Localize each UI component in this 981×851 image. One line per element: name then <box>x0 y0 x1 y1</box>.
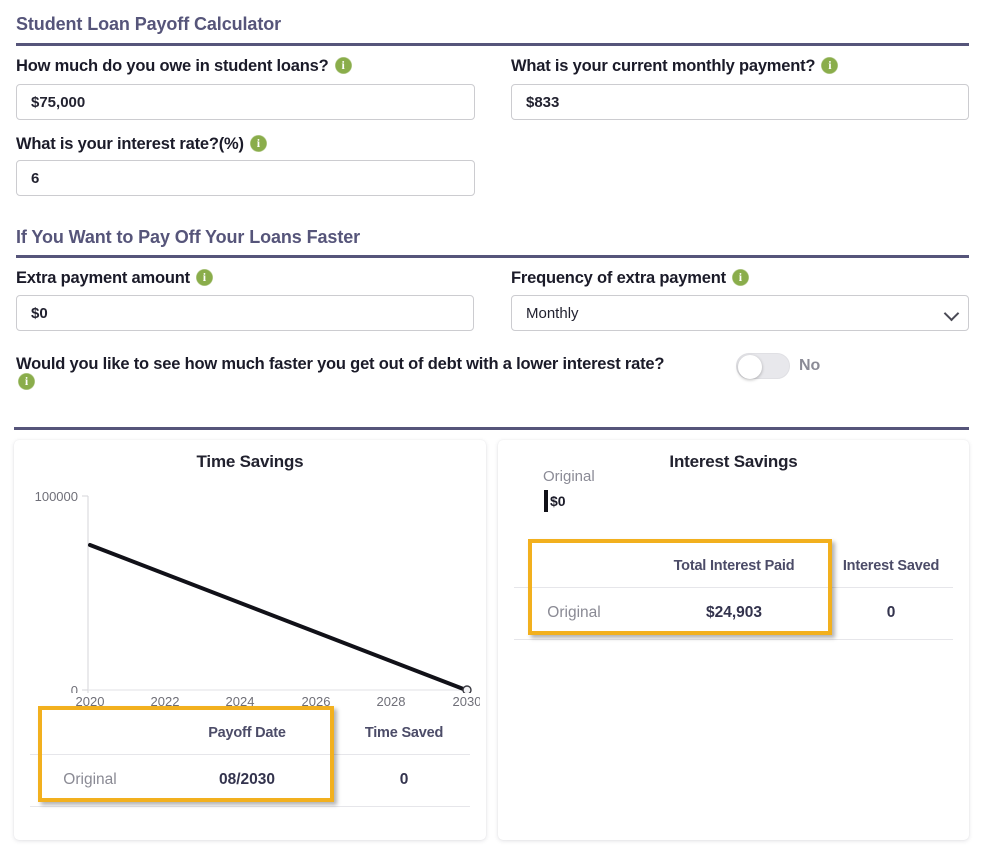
monthly-payment-label: What is your current monthly payment? <box>511 57 838 76</box>
interest-rate-input[interactable] <box>16 160 475 196</box>
info-icon[interactable] <box>250 135 267 152</box>
info-icon[interactable] <box>196 269 213 286</box>
col-header-total-interest-paid: Total Interest Paid <box>650 558 818 574</box>
frequency-label-text: Frequency of extra payment <box>511 269 726 287</box>
x-tick-label: 2022 <box>151 694 180 709</box>
cell-payoff-date: 08/2030 <box>166 771 328 789</box>
calculator-page: Student Loan Payoff Calculator How much … <box>0 0 981 851</box>
time-savings-chart: 100000 0 <box>20 478 480 693</box>
frequency-select[interactable]: Monthly <box>511 295 969 331</box>
col-header-payoff-date: Payoff Date <box>166 725 328 741</box>
table-header-row: Total Interest Paid Interest Saved <box>498 545 969 587</box>
time-savings-title: Time Savings <box>14 452 486 472</box>
extra-payment-input[interactable] <box>16 295 474 331</box>
lower-rate-toggle[interactable] <box>736 353 790 379</box>
table-rule <box>30 806 470 807</box>
bar-value-label: $0 <box>550 493 566 509</box>
section-faster-title: If You Want to Pay Off Your Loans Faster <box>16 227 360 248</box>
cell-interest-saved: 0 <box>818 604 964 622</box>
info-icon[interactable] <box>821 57 838 74</box>
interest-rate-label-text: What is your interest rate?(%) <box>16 135 244 153</box>
monthly-payment-label-text: What is your current monthly payment? <box>511 57 815 75</box>
page-title: Student Loan Payoff Calculator <box>16 14 281 35</box>
interest-rate-label: What is your interest rate?(%) <box>16 135 267 154</box>
results-divider <box>14 427 969 430</box>
row-label-original: Original <box>498 604 650 622</box>
cell-total-interest-paid: $24,903 <box>650 604 818 622</box>
y-tick-label: 100000 <box>35 489 78 504</box>
interest-savings-card: Interest Savings Original $0 Total Inter… <box>498 440 969 840</box>
time-savings-table: Payoff Date Time Saved Original 08/2030 … <box>14 712 486 806</box>
x-tick-label: 2020 <box>76 694 105 709</box>
lower-rate-label: Would you like to see how much faster yo… <box>16 353 664 375</box>
time-savings-card: Time Savings 100000 0 2020 2022 2024 202… <box>14 440 486 840</box>
table-row: Original 08/2030 0 <box>14 754 486 806</box>
table-row: Original $24,903 0 <box>498 587 969 639</box>
info-icon[interactable] <box>732 269 749 286</box>
bar-series-label: Original <box>543 468 595 485</box>
x-tick-label: 2026 <box>302 694 331 709</box>
lower-rate-label-text: Would you like to see how much faster yo… <box>16 355 664 373</box>
table-rule <box>514 639 953 640</box>
bar-original <box>544 490 548 512</box>
col-header-time-saved: Time Saved <box>328 725 480 741</box>
monthly-payment-input[interactable] <box>511 84 969 120</box>
section-faster-divider <box>16 255 969 258</box>
x-tick-label: 2028 <box>377 694 406 709</box>
col-header-interest-saved: Interest Saved <box>818 558 964 574</box>
extra-payment-label: Extra payment amount <box>16 269 213 288</box>
table-header-row: Payoff Date Time Saved <box>14 712 486 754</box>
row-label-original: Original <box>14 771 166 789</box>
toggle-knob <box>738 355 762 379</box>
info-icon[interactable] <box>335 57 352 74</box>
cell-time-saved: 0 <box>328 771 480 789</box>
owe-input[interactable] <box>16 84 475 120</box>
title-divider <box>16 43 969 46</box>
extra-payment-label-text: Extra payment amount <box>16 269 190 287</box>
x-tick-label: 2030 <box>453 694 480 709</box>
info-icon[interactable] <box>18 373 35 390</box>
x-tick-label: 2024 <box>226 694 255 709</box>
owe-label: How much do you owe in student loans? <box>16 57 352 76</box>
owe-label-text: How much do you owe in student loans? <box>16 57 329 75</box>
toggle-state-label: No <box>799 357 820 375</box>
interest-savings-table: Total Interest Paid Interest Saved Origi… <box>498 545 969 639</box>
frequency-label: Frequency of extra payment <box>511 269 749 288</box>
